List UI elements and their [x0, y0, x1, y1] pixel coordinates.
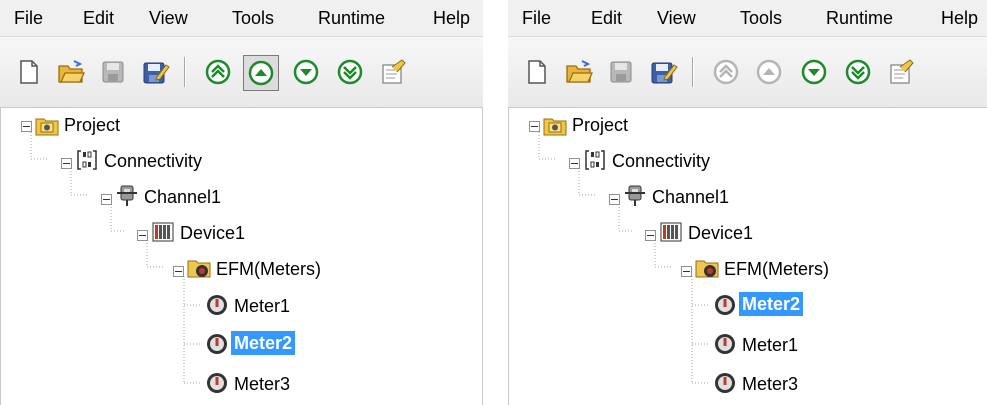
- tree-node-meter[interactable]: Meter3: [739, 372, 801, 396]
- menu-runtime[interactable]: Runtime: [826, 8, 893, 29]
- expand-device[interactable]: [137, 230, 148, 241]
- expand-channel[interactable]: [101, 194, 112, 205]
- save-as-icon[interactable]: [140, 57, 170, 87]
- move-to-bottom-icon[interactable]: [843, 57, 873, 87]
- menu-edit[interactable]: Edit: [83, 8, 114, 29]
- new-document-icon[interactable]: [14, 57, 44, 87]
- tree-node-project[interactable]: Project: [569, 113, 631, 137]
- device-icon: [659, 220, 683, 244]
- project-tree[interactable]: Project Connectivity Channel1 Device1 EF…: [508, 108, 987, 405]
- toolbar-separator: [692, 57, 694, 87]
- channel-icon: [623, 184, 647, 208]
- project-folder-icon: [543, 113, 567, 137]
- tree-node-meter[interactable]: Meter1: [739, 333, 801, 357]
- move-to-top-icon-disabled[interactable]: [711, 57, 741, 87]
- move-down-icon[interactable]: [291, 57, 321, 87]
- move-down-icon[interactable]: [799, 57, 829, 87]
- menu-view[interactable]: View: [149, 8, 188, 29]
- left-window: File Edit View Tools Runtime Help Projec…: [0, 0, 483, 405]
- menu-bar: File Edit View Tools Runtime Help: [508, 0, 987, 37]
- project-tree[interactable]: Project Connectivity Channel1 Device1 EF…: [0, 108, 483, 405]
- menu-help[interactable]: Help: [941, 8, 978, 29]
- expand-project[interactable]: [21, 121, 32, 132]
- menu-tools[interactable]: Tools: [740, 8, 782, 29]
- right-window: File Edit View Tools Runtime Help Projec…: [508, 0, 987, 405]
- properties-icon[interactable]: [378, 57, 408, 87]
- menu-view[interactable]: View: [657, 8, 696, 29]
- expand-project[interactable]: [529, 121, 540, 132]
- save-icon[interactable]: [98, 57, 128, 87]
- panel-gap: [483, 0, 508, 405]
- toolbar: [0, 37, 483, 108]
- meter-icon: [713, 293, 737, 317]
- menu-runtime[interactable]: Runtime: [318, 8, 385, 29]
- tree-node-efm[interactable]: EFM(Meters): [213, 257, 324, 281]
- move-up-icon-disabled[interactable]: [754, 57, 784, 87]
- device-icon: [151, 220, 175, 244]
- menu-file[interactable]: File: [522, 8, 551, 29]
- connectivity-icon: [75, 148, 99, 172]
- meter-icon: [205, 332, 229, 356]
- properties-icon[interactable]: [886, 57, 916, 87]
- menu-file[interactable]: File: [14, 8, 43, 29]
- project-folder-icon: [35, 113, 59, 137]
- expand-device[interactable]: [645, 230, 656, 241]
- efm-folder-icon: [695, 256, 719, 280]
- tree-node-device[interactable]: Device1: [685, 221, 756, 245]
- efm-folder-icon: [187, 256, 211, 280]
- save-icon[interactable]: [606, 57, 636, 87]
- tree-node-connectivity[interactable]: Connectivity: [609, 149, 713, 173]
- meter-icon: [205, 371, 229, 395]
- tree-node-meter-selected[interactable]: Meter2: [739, 292, 804, 316]
- tree-node-efm[interactable]: EFM(Meters): [721, 257, 832, 281]
- tree-node-channel[interactable]: Channel1: [141, 185, 224, 209]
- menu-help[interactable]: Help: [433, 8, 470, 29]
- save-as-icon[interactable]: [648, 57, 678, 87]
- expand-efm[interactable]: [681, 266, 692, 277]
- expand-efm[interactable]: [173, 266, 184, 277]
- menu-bar: File Edit View Tools Runtime Help: [0, 0, 483, 37]
- menu-edit[interactable]: Edit: [591, 8, 622, 29]
- tree-node-meter[interactable]: Meter3: [231, 372, 293, 396]
- new-document-icon[interactable]: [522, 57, 552, 87]
- toolbar: [508, 37, 987, 108]
- move-to-bottom-icon[interactable]: [335, 57, 365, 87]
- move-to-top-icon[interactable]: [203, 57, 233, 87]
- toolbar-separator: [184, 57, 186, 87]
- connectivity-icon: [583, 148, 607, 172]
- expand-channel[interactable]: [609, 194, 620, 205]
- tree-node-meter[interactable]: Meter1: [231, 294, 293, 318]
- meter-icon: [713, 332, 737, 356]
- tree-node-device[interactable]: Device1: [177, 221, 248, 245]
- expand-connectivity[interactable]: [61, 158, 72, 169]
- tree-node-connectivity[interactable]: Connectivity: [101, 149, 205, 173]
- open-folder-icon[interactable]: [56, 57, 86, 87]
- menu-tools[interactable]: Tools: [232, 8, 274, 29]
- meter-icon: [713, 371, 737, 395]
- channel-icon: [115, 184, 139, 208]
- meter-icon: [205, 293, 229, 317]
- move-up-icon[interactable]: [243, 55, 279, 91]
- tree-node-channel[interactable]: Channel1: [649, 185, 732, 209]
- tree-node-meter-selected[interactable]: Meter2: [231, 331, 296, 355]
- tree-node-project[interactable]: Project: [61, 113, 123, 137]
- open-folder-icon[interactable]: [564, 57, 594, 87]
- expand-connectivity[interactable]: [569, 158, 580, 169]
